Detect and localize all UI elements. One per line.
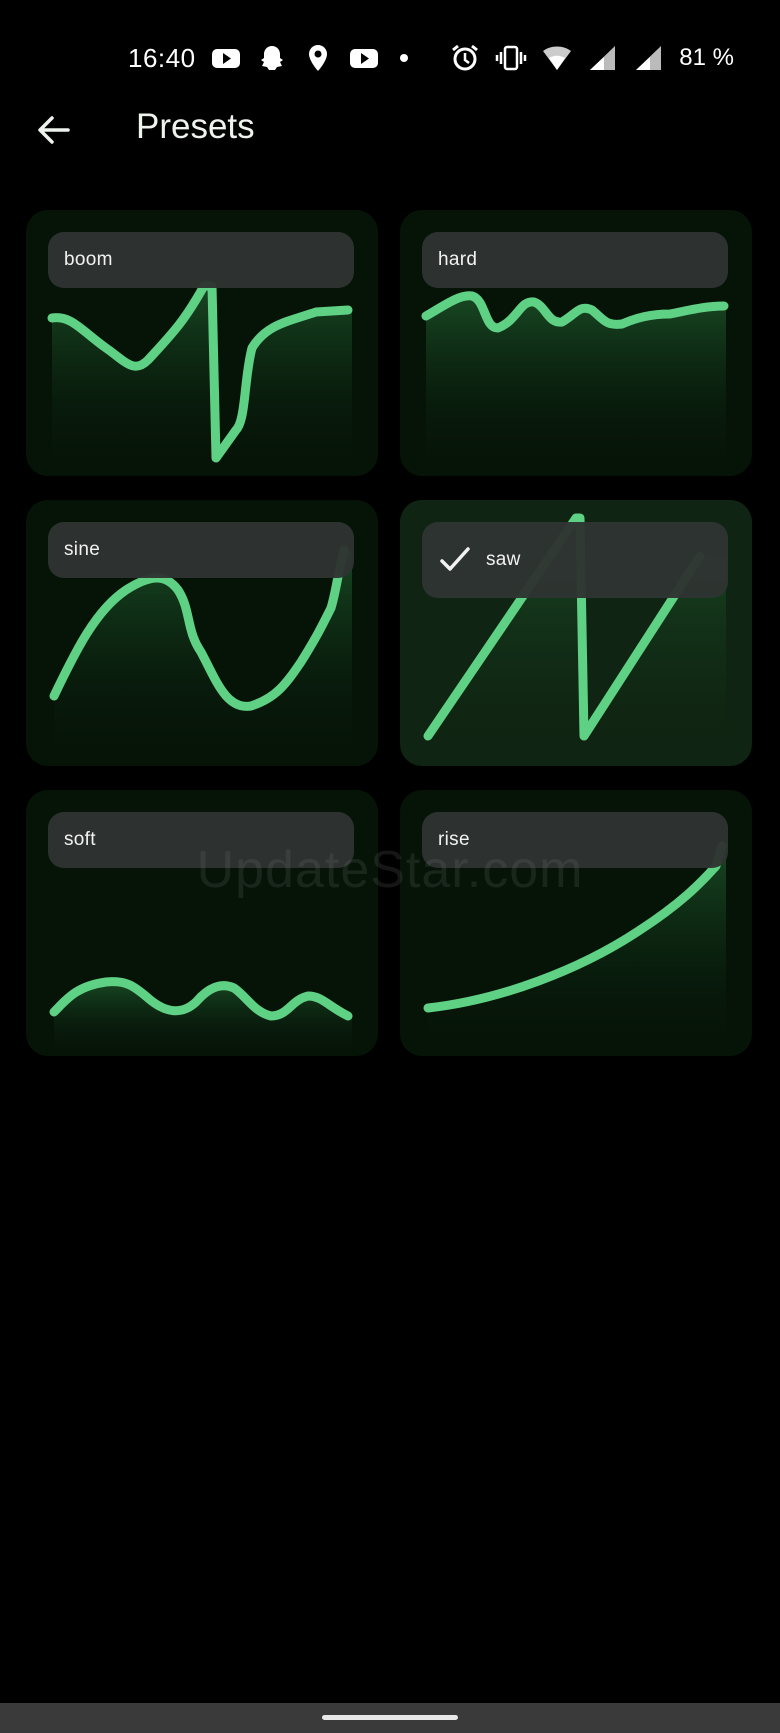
preset-label-pill: hard [422, 232, 728, 288]
preset-label-pill: saw [422, 522, 728, 598]
status-bar: 16:40 81 % [0, 0, 780, 112]
preset-label: hard [438, 249, 478, 270]
preset-label-pill: boom [48, 232, 354, 288]
preset-label: saw [486, 549, 521, 570]
navigation-bar [0, 1703, 780, 1733]
vibrate-icon [495, 42, 527, 74]
dot-icon [394, 42, 414, 74]
check-icon [438, 543, 472, 577]
youtube-icon [348, 42, 380, 74]
preset-label-pill: rise [422, 812, 728, 868]
preset-label: rise [438, 829, 470, 850]
arrow-left-icon [38, 116, 70, 144]
preset-card-saw[interactable]: saw [400, 500, 752, 766]
youtube-icon [210, 42, 242, 74]
preset-label-pill: sine [48, 522, 354, 578]
page-title: Presets [136, 107, 255, 146]
preset-card-boom[interactable]: boom [26, 210, 378, 476]
location-icon [302, 42, 334, 74]
home-handle[interactable] [322, 1715, 458, 1720]
preset-label: boom [64, 249, 113, 270]
app-bar: Presets [0, 100, 780, 156]
preset-card-hard[interactable]: hard [400, 210, 752, 476]
signal-icon [587, 42, 619, 74]
alarm-icon [449, 42, 481, 74]
status-right: 81 % [449, 38, 734, 78]
preset-label: soft [64, 829, 96, 850]
preset-card-sine[interactable]: sine [26, 500, 378, 766]
wifi-icon [541, 42, 573, 74]
status-left: 16:40 [128, 38, 414, 78]
signal-icon [633, 42, 665, 74]
status-time: 16:40 [128, 42, 196, 73]
preset-card-rise[interactable]: rise [400, 790, 752, 1056]
preset-label-pill: soft [48, 812, 354, 868]
battery-percentage: 81 % [679, 44, 734, 71]
preset-card-soft[interactable]: soft [26, 790, 378, 1056]
preset-label: sine [64, 539, 101, 560]
back-button[interactable] [28, 104, 80, 156]
snapchat-icon [256, 42, 288, 74]
